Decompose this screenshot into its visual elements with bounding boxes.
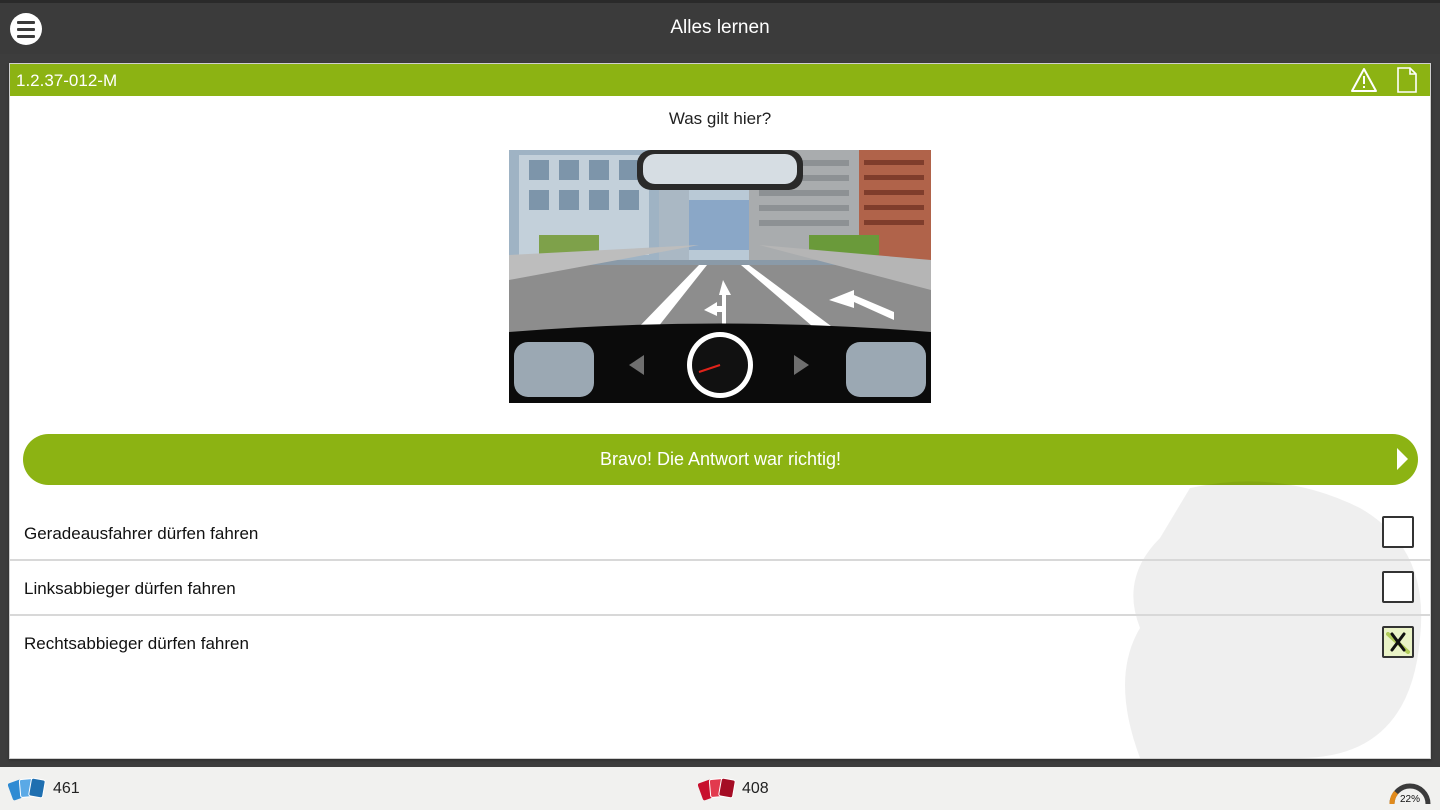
question-card: 1.2.37-012-M Was gilt hier? Bravo! Die A… bbox=[9, 63, 1431, 759]
answer-checkbox-checked[interactable] bbox=[1382, 626, 1414, 658]
question-header: 1.2.37-012-M bbox=[10, 64, 1430, 96]
wrong-cards-icon[interactable] bbox=[698, 775, 736, 801]
learned-count: 461 bbox=[53, 780, 80, 797]
document-icon[interactable] bbox=[1396, 67, 1418, 93]
answer-checkbox[interactable] bbox=[1382, 516, 1414, 548]
question-text: Was gilt hier? bbox=[668, 109, 772, 128]
divider bbox=[10, 614, 1430, 616]
page-title: Alles lernen bbox=[670, 17, 770, 38]
warning-icon[interactable] bbox=[1350, 67, 1378, 93]
next-arrow-icon[interactable] bbox=[1397, 448, 1408, 470]
question-image bbox=[509, 150, 931, 403]
divider bbox=[10, 559, 1430, 561]
progress-label: 22% bbox=[1400, 794, 1420, 805]
answer-row[interactable]: Linksabbieger dürfen fahren bbox=[10, 562, 1430, 616]
wrong-count: 408 bbox=[742, 780, 769, 797]
answer-checkbox[interactable] bbox=[1382, 571, 1414, 603]
answer-label: Rechtsabbieger dürfen fahren bbox=[24, 634, 249, 653]
question-id: 1.2.37-012-M bbox=[16, 71, 118, 90]
answer-row[interactable]: Rechtsabbieger dürfen fahren bbox=[10, 617, 1430, 671]
progress-gauge[interactable]: 22% bbox=[1388, 772, 1432, 808]
answer-row[interactable]: Geradeausfahrer dürfen fahren bbox=[10, 507, 1430, 561]
cross-mark-icon bbox=[1386, 632, 1410, 654]
answer-label: Geradeausfahrer dürfen fahren bbox=[24, 524, 259, 543]
top-bar: Alles lernen bbox=[0, 0, 1440, 54]
feedback-text: Bravo! Die Antwort war richtig! bbox=[599, 449, 842, 469]
learned-cards-icon[interactable] bbox=[8, 775, 46, 801]
answer-label: Linksabbieger dürfen fahren bbox=[24, 579, 236, 598]
status-bar: 461 408 22% bbox=[0, 767, 1440, 810]
